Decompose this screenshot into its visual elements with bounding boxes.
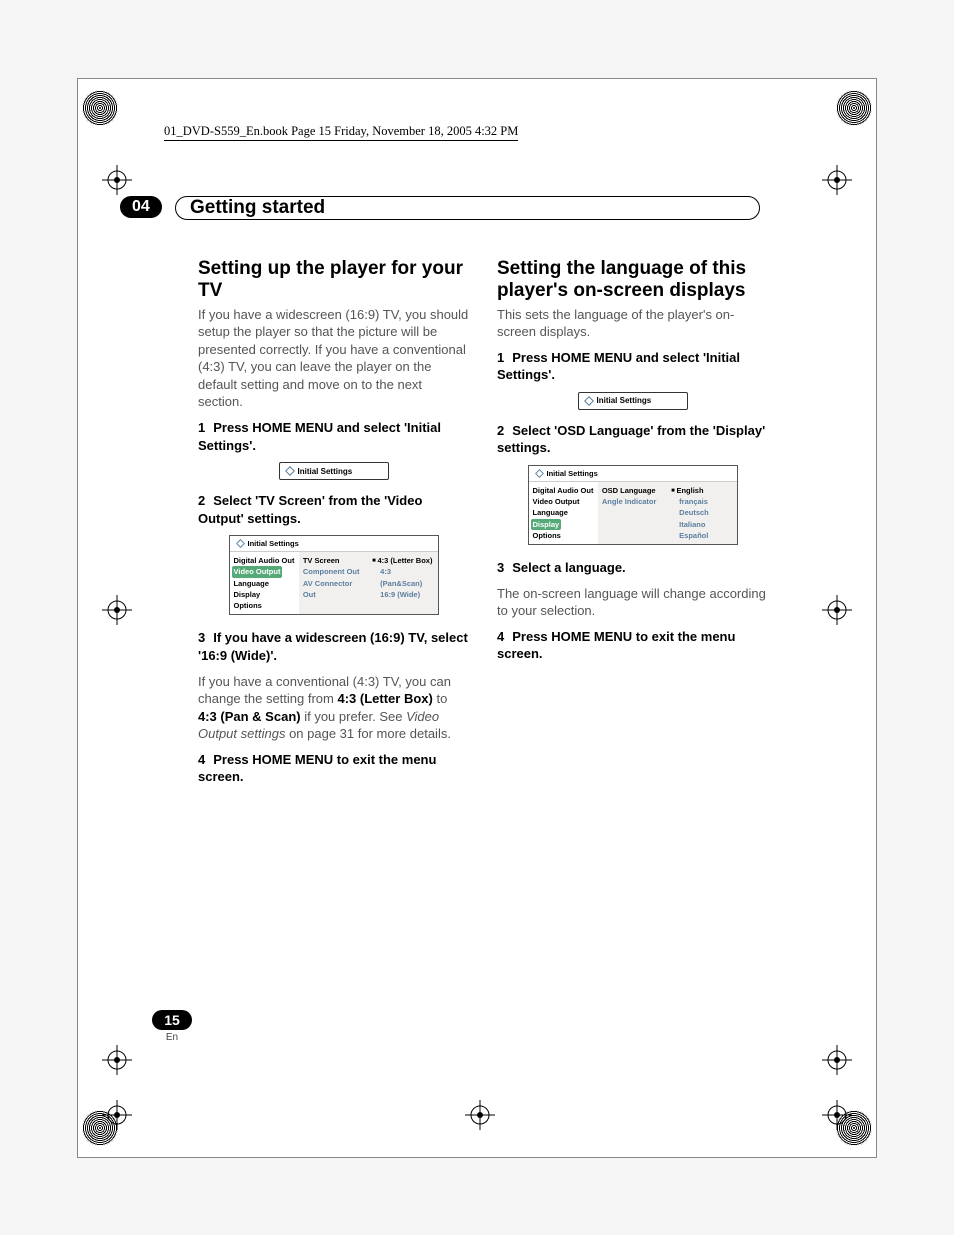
page-number-badge: 15: [152, 1010, 192, 1030]
registration-mark-icon: [822, 1100, 852, 1130]
osd-initial-settings-chip: Initial Settings: [578, 392, 688, 410]
section-heading: Setting the language of this player's on…: [497, 258, 768, 302]
osd-col-values: 4:3 (Letter Box)4:3 (Pan&Scan)16:9 (Wide…: [368, 552, 437, 614]
section-intro: This sets the language of the player's o…: [497, 306, 768, 341]
right-column: Setting the language of this player's on…: [497, 258, 768, 794]
chapter-title: Getting started: [175, 196, 760, 220]
registration-mark-icon: [102, 1045, 132, 1075]
step-4: 4Press HOME MENU to exit the menu screen…: [497, 628, 768, 663]
osd-col-items: OSD LanguageAngle Indicator: [598, 482, 667, 544]
registration-mark-icon: [102, 1100, 132, 1130]
page-language-label: En: [152, 1032, 192, 1043]
registration-mark-icon: [102, 165, 132, 195]
chapter-number-badge: 04: [120, 196, 162, 218]
step-3-para: If you have a conventional (4:3) TV, you…: [198, 673, 469, 743]
step-3: 3If you have a widescreen (16:9) TV, sel…: [198, 629, 469, 664]
osd-col-items: TV ScreenComponent OutAV Connector Out: [299, 552, 368, 614]
step-2: 2Select 'TV Screen' from the 'Video Outp…: [198, 492, 469, 527]
osd-initial-settings-chip: Initial Settings: [279, 462, 389, 480]
print-mark-icon: [836, 90, 872, 126]
osd-col-categories: Digital Audio OutVideo OutputLanguageDis…: [529, 482, 598, 544]
osd-col-categories: Digital Audio OutVideo OutputLanguageDis…: [230, 552, 299, 614]
step-3-para: The on-screen language will change accor…: [497, 585, 768, 620]
left-column: Setting up the player for your TV If you…: [198, 258, 469, 794]
diamond-icon: [285, 466, 295, 476]
step-3: 3Select a language.: [497, 559, 768, 577]
step-1: 1Press HOME MENU and select 'Initial Set…: [198, 419, 469, 454]
step-1: 1Press HOME MENU and select 'Initial Set…: [497, 349, 768, 384]
step-2: 2Select 'OSD Language' from the 'Display…: [497, 422, 768, 457]
registration-mark-icon: [822, 595, 852, 625]
registration-mark-icon: [822, 165, 852, 195]
book-header-line: 01_DVD-S559_En.book Page 15 Friday, Nove…: [164, 124, 518, 141]
registration-mark-icon: [465, 1100, 495, 1130]
diamond-icon: [584, 396, 594, 406]
chapter-header: 04 Getting started: [120, 196, 760, 222]
section-heading: Setting up the player for your TV: [198, 258, 469, 302]
osd-menu-video-output: Initial Settings Digital Audio OutVideo …: [229, 535, 439, 615]
page-footer: 15 En: [152, 1010, 192, 1043]
step-4: 4Press HOME MENU to exit the menu screen…: [198, 751, 469, 786]
print-mark-icon: [82, 90, 118, 126]
osd-col-values: EnglishfrançaisDeutschItalianoEspañol: [667, 482, 736, 544]
registration-mark-icon: [102, 595, 132, 625]
osd-menu-osd-language: Initial Settings Digital Audio OutVideo …: [528, 465, 738, 545]
registration-mark-icon: [822, 1045, 852, 1075]
section-intro: If you have a widescreen (16:9) TV, you …: [198, 306, 469, 411]
